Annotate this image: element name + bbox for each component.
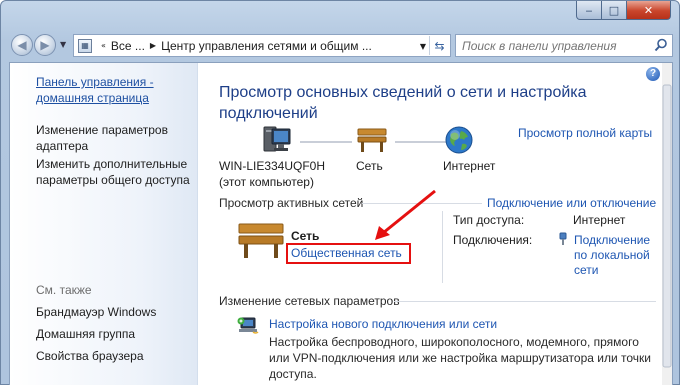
internet-node-label: Интернет bbox=[443, 159, 496, 173]
back-button[interactable]: ◀ bbox=[11, 34, 33, 56]
new-connection-description-line3: доступа. bbox=[269, 367, 317, 381]
client-area: Панель управления - домашняя страница Из… bbox=[9, 62, 673, 385]
local-area-connection-line2: по локальной bbox=[574, 248, 650, 262]
control-panel-icon: ▦ bbox=[78, 38, 92, 53]
setup-new-connection-link[interactable]: Настройка нового подключения или сети bbox=[269, 317, 497, 331]
navigation-bar: ◀ ▶ ▼ ▦ « Все ... ▶ Центр управления сет… bbox=[9, 31, 673, 59]
pointer-arrow bbox=[375, 189, 436, 240]
breadcrumb-item-network-center[interactable]: Центр управления сетями и общим ... bbox=[161, 39, 372, 53]
address-dropdown-icon[interactable]: ▼ bbox=[420, 42, 426, 51]
window-frame: ‒ □ ✕ ◀ ▶ ▼ ▦ « Все ... ▶ Центр управлен… bbox=[0, 0, 680, 385]
breadcrumb-item-all[interactable]: Все ... bbox=[111, 39, 145, 53]
refresh-icon[interactable]: ⇆ bbox=[429, 36, 449, 55]
search-icon[interactable] bbox=[654, 38, 668, 52]
breadcrumb-separator-icon[interactable]: « bbox=[101, 41, 106, 50]
forward-button[interactable]: ▶ bbox=[34, 34, 56, 56]
breadcrumb-separator-icon[interactable]: ▶ bbox=[150, 41, 156, 50]
caption-buttons: ‒ □ ✕ bbox=[576, 1, 671, 21]
homegroup-link[interactable]: Домашняя группа bbox=[36, 326, 135, 342]
control-panel-home-link-line1: Панель управления - bbox=[36, 75, 154, 89]
advanced-sharing-settings-link[interactable]: Изменить дополнительные параметры общего… bbox=[36, 156, 190, 188]
maximize-button[interactable]: □ bbox=[602, 1, 627, 20]
new-connection-description-line2: или VPN-подключения или же настройка мар… bbox=[269, 351, 651, 365]
section-divider bbox=[394, 301, 656, 302]
address-bar[interactable]: ▦ « Все ... ▶ Центр управления сетями и … bbox=[73, 34, 451, 57]
search-box bbox=[455, 34, 673, 57]
control-panel-home-link[interactable]: Панель управления - домашняя страница bbox=[36, 74, 154, 106]
recent-pages-dropdown-icon[interactable]: ▼ bbox=[60, 40, 66, 49]
access-type-value: Интернет bbox=[573, 213, 626, 227]
network-node-label: Сеть bbox=[356, 159, 383, 173]
see-full-map-link[interactable]: Просмотр полной карты bbox=[518, 126, 652, 140]
scrollbar[interactable] bbox=[662, 63, 672, 385]
internet-options-link[interactable]: Свойства браузера bbox=[36, 348, 144, 364]
change-adapter-settings-link[interactable]: Изменение параметров адаптера bbox=[36, 122, 168, 154]
computer-name: WIN-LIE334UQF0H bbox=[219, 159, 326, 173]
computer-icon bbox=[263, 126, 291, 152]
advanced-sharing-settings-line1: Изменить дополнительные bbox=[36, 157, 188, 171]
connections-label: Подключения: bbox=[453, 233, 533, 247]
windows-firewall-link[interactable]: Брандмауэр Windows bbox=[36, 304, 156, 320]
network-bench-icon bbox=[357, 128, 387, 152]
computer-node-label: WIN-LIE334UQF0H (этот компьютер) bbox=[219, 159, 325, 189]
local-area-connection-link[interactable]: Подключение по локальной сети bbox=[574, 233, 650, 278]
close-button[interactable]: ✕ bbox=[627, 1, 671, 20]
page-title-line2: подключений bbox=[219, 105, 318, 122]
vertical-divider bbox=[442, 211, 443, 283]
new-connection-icon bbox=[237, 317, 259, 334]
internet-globe-icon bbox=[445, 126, 473, 154]
new-connection-description-line1: Настройка беспроводного, широкополосного… bbox=[269, 335, 639, 349]
change-settings-heading: Изменение сетевых параметров bbox=[219, 294, 400, 308]
access-type-label: Тип доступа: bbox=[453, 213, 525, 227]
change-adapter-settings-line1: Изменение параметров bbox=[36, 123, 168, 137]
new-connection-description: Настройка беспроводного, широкополосного… bbox=[269, 334, 651, 382]
help-icon[interactable]: ? bbox=[646, 67, 660, 81]
page-title: Просмотр основных сведений о сети и наст… bbox=[219, 82, 599, 124]
minimize-button[interactable]: ‒ bbox=[576, 1, 602, 20]
page-title-line1: Просмотр основных сведений о сети и наст… bbox=[219, 84, 587, 101]
ethernet-icon bbox=[559, 232, 567, 245]
local-area-connection-line3: сети bbox=[574, 263, 599, 277]
see-also-heading: См. также bbox=[36, 283, 92, 297]
map-connection-line bbox=[300, 141, 352, 143]
connect-or-disconnect-link[interactable]: Подключение или отключение bbox=[487, 196, 656, 210]
local-area-connection-line1: Подключение bbox=[574, 233, 651, 247]
search-input[interactable] bbox=[456, 35, 646, 56]
control-panel-home-link-line2: домашняя страница bbox=[36, 91, 149, 105]
map-connection-line bbox=[395, 141, 447, 143]
advanced-sharing-settings-line2: параметры общего доступа bbox=[36, 173, 190, 187]
task-pane: Панель управления - домашняя страница Из… bbox=[10, 63, 198, 385]
change-adapter-settings-line2: адаптера bbox=[36, 139, 89, 153]
computer-note: (этот компьютер) bbox=[219, 175, 314, 189]
